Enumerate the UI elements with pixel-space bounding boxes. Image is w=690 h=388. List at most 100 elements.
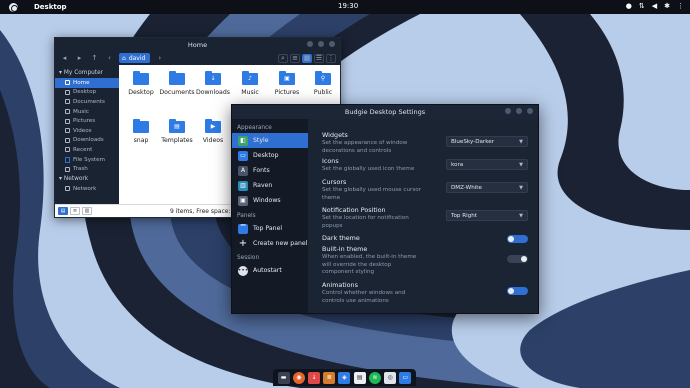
setting-title: Animations [322,281,358,289]
system-tray: ● ⇅ ◀ ✱ ⋮ [626,2,684,10]
sidebar-item-downloads[interactable]: Downloads [55,136,119,146]
folder-public-icon: ⚲ [315,71,331,85]
spotify-icon[interactable]: ≋ [368,371,381,384]
filesystem-icon [65,156,70,163]
minimize-button[interactable] [505,108,511,114]
folder-item[interactable]: ♪ Music [232,71,268,96]
next-crumb-icon[interactable]: › [154,53,165,63]
sidebar-item-top-panel[interactable]: ▔ Top Panel [232,221,308,236]
firefox-icon[interactable]: ◉ [292,371,305,384]
sidebar-item-style[interactable]: ◧ Style [232,133,308,148]
back-icon[interactable]: ◂ [59,53,70,63]
folder-item[interactable]: ▶ Videos [195,119,231,144]
clock[interactable]: 19:30 [338,2,358,10]
folder-label: snap [133,137,149,144]
software-center-icon[interactable]: ↓ [308,371,321,384]
sidebar-item-label: Raven [253,182,273,189]
sidebar-item-autostart[interactable]: ••• Autostart [232,263,308,278]
folder-item[interactable]: snap [123,119,159,144]
chevron-down-icon: ▾ [59,70,62,76]
dark-theme-toggle[interactable] [507,235,528,243]
screenshot-icon[interactable]: ◎ [384,371,397,384]
sidebar-item-windows[interactable]: ▣ Windows [232,193,308,208]
widgets-theme-dropdown[interactable]: BlueSky-Darker ▼ [446,136,528,147]
up-icon[interactable]: ↑ [89,53,100,63]
folder-item[interactable]: ↓ Downloads [195,71,231,96]
folder-item[interactable]: ▣ Pictures [269,71,305,96]
icons-theme-dropdown[interactable]: kora ▼ [446,159,528,170]
notification-icon[interactable]: ● [626,2,632,10]
sidebar-item-fonts[interactable]: A Fonts [232,163,308,178]
menu-icon[interactable]: ⋮ [326,53,336,63]
dropdown-value: kora [451,161,464,168]
budgie-menu-button[interactable] [6,0,20,14]
sidebar-item-label: Trash [73,166,88,173]
list-view-icon[interactable]: ≡ [290,53,300,63]
files-titlebar[interactable]: Home [55,38,340,51]
notification-position-dropdown[interactable]: Top Right ▼ [446,210,528,221]
settings-window-title: Budgie Desktop Settings [344,108,426,116]
folder-item[interactable]: Documents [159,71,195,96]
sidebar-item-trash[interactable]: Trash [55,164,119,174]
folder-label: Downloads [196,89,230,96]
pictures-icon [65,118,70,124]
compact-view-icon[interactable]: ☰ [314,53,324,63]
sidebar-item-network[interactable]: Network [55,184,119,194]
sidebar-item-home[interactable]: Home [55,78,119,88]
toggle-location-icon[interactable]: ‹ [104,53,115,63]
sidebar-item-documents[interactable]: Documents [55,97,119,107]
sidebar-heading-network[interactable]: ▾ Network [55,174,119,184]
sidebar-item-desktop[interactable]: Desktop [55,88,119,98]
window-controls [505,108,533,114]
close-button[interactable] [527,108,533,114]
search-icon[interactable]: ⌕ [278,53,288,63]
sidebar-item-label: Create new panel [253,240,308,247]
hide-sidebar-toggle[interactable]: ▥ [82,207,92,215]
settings-titlebar[interactable]: Budgie Desktop Settings [232,105,538,119]
sidebar-heading-my-computer[interactable]: ▾ My Computer [55,68,119,78]
setting-icons: Icons Set the globally used icon theme k… [322,157,528,174]
sidebar-item-filesystem[interactable]: File System [55,155,119,165]
sidebar-item-videos[interactable]: Videos [55,126,119,136]
files-icon[interactable]: ▭ [399,371,412,384]
settings-app-icon[interactable]: ◈ [338,371,351,384]
sidebar-item-music[interactable]: Music [55,107,119,117]
sidebar-item-pictures[interactable]: Pictures [55,116,119,126]
sidebar-item-label: Autostart [253,267,282,274]
grid-view-icon[interactable]: ▦ [302,53,312,63]
settings-icon[interactable]: ✱ [664,2,670,10]
folder-item[interactable]: ▤ Templates [159,119,195,144]
terminal-icon[interactable]: ▬ [277,371,290,384]
menu-dots-icon[interactable]: ⋮ [677,2,684,10]
text-editor-icon[interactable]: ▤ [353,371,366,384]
dropdown-value: DMZ-White [451,184,482,191]
sidebar-item-label: Home [73,79,90,86]
network-icon[interactable]: ⇅ [639,2,645,10]
folder-videos-icon: ▶ [205,119,221,133]
stacks-icon[interactable]: ≣ [323,371,336,384]
cursors-theme-dropdown[interactable]: DMZ-White ▼ [446,182,528,193]
folder-label: Templates [161,137,193,144]
tree-sidebar-toggle[interactable]: ≡ [70,207,80,215]
folder-item[interactable]: Desktop [123,71,159,96]
close-button[interactable] [329,41,335,47]
sidebar-item-recent[interactable]: Recent [55,145,119,155]
maximize-button[interactable] [516,108,522,114]
forward-icon[interactable]: ▸ [74,53,85,63]
sidebar-item-label: Pictures [73,118,96,125]
minimize-button[interactable] [307,41,313,47]
places-sidebar-toggle[interactable]: ▤ [58,207,68,215]
breadcrumb-home[interactable]: ⌂ david [119,53,151,63]
sidebar-item-label: Network [73,185,97,192]
folder-music-icon: ♪ [242,71,258,85]
sidebar-item-desktop[interactable]: ▭ Desktop [232,148,308,163]
documents-icon [65,99,70,105]
folder-item[interactable]: ⚲ Public [305,71,341,96]
maximize-button[interactable] [318,41,324,47]
create-panel-button[interactable]: + Create new panel [232,236,308,251]
sidebar-item-label: Desktop [73,89,97,96]
volume-icon[interactable]: ◀ [652,2,657,10]
animations-toggle[interactable] [507,287,528,295]
sidebar-item-raven[interactable]: ▥ Raven [232,178,308,193]
builtin-theme-toggle[interactable] [507,255,528,263]
